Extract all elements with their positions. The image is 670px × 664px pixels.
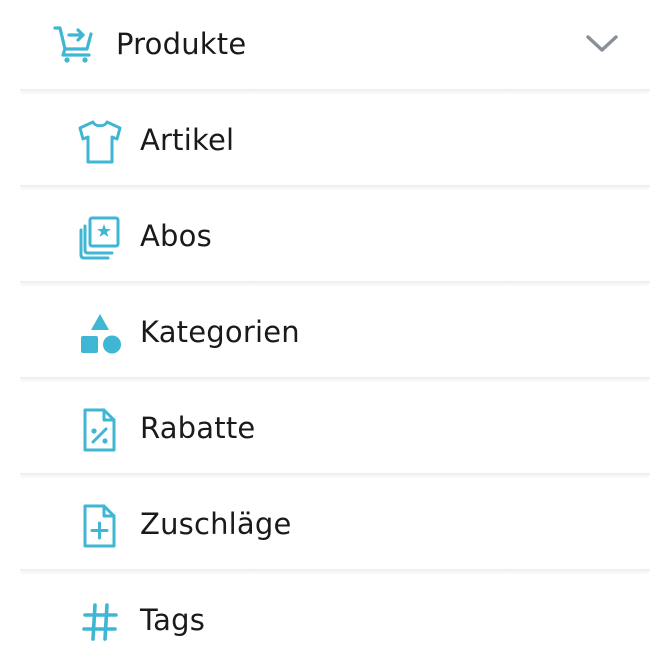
menu-header-label: Produkte <box>116 27 247 61</box>
menu-item-label: Abos <box>140 219 212 253</box>
shapes-icon <box>76 310 124 358</box>
menu-item-zuschlaege[interactable]: Zuschläge <box>20 478 650 568</box>
cart-arrow-icon <box>52 22 96 66</box>
photo-star-icon <box>76 214 124 262</box>
menu-item-label: Kategorien <box>140 315 300 349</box>
menu-item-label: Tags <box>140 603 206 637</box>
menu-item-rabatte[interactable]: Rabatte <box>20 382 650 472</box>
menu-item-kategorien[interactable]: Kategorien <box>20 286 650 376</box>
menu-item-abos[interactable]: Abos <box>20 190 650 280</box>
chevron-down-icon[interactable] <box>584 30 620 56</box>
menu-header-produkte[interactable]: Produkte <box>0 0 670 90</box>
hash-icon <box>76 598 124 646</box>
menu-item-artikel[interactable]: Artikel <box>20 94 650 184</box>
menu-item-label: Rabatte <box>140 411 256 445</box>
menu-item-label: Zuschläge <box>140 507 292 541</box>
menu-item-label: Artikel <box>140 123 235 157</box>
products-menu: Produkte Artikel Abos Kategorien Rabatte… <box>0 0 670 656</box>
tshirt-icon <box>76 118 124 166</box>
menu-item-tags[interactable]: Tags <box>20 574 650 664</box>
percent-document-icon <box>76 406 124 454</box>
plus-document-icon <box>76 502 124 550</box>
